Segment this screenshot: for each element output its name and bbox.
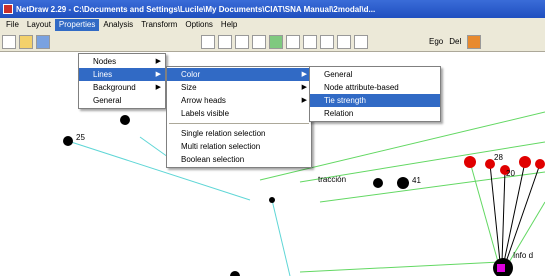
menu-item-tie-strength[interactable]: Tie strength [310,94,440,107]
submenu-arrow-icon: ▶ [155,84,161,91]
menu-item-label: Color [181,70,201,79]
node[interactable] [497,264,505,272]
edge [469,161,499,263]
properties-menu: Nodes ▶ Lines ▶ Background ▶ General [78,53,166,109]
menu-options[interactable]: Options [181,19,217,31]
mc-tool-icon[interactable] [354,34,368,49]
del-button[interactable]: Del [449,37,461,46]
toolbar: Ego Del [0,32,545,52]
menu-item-arrow-heads[interactable]: Arrow heads ▶ [167,94,311,107]
menu-item-relation[interactable]: Relation [310,107,440,120]
menu-item-nodes[interactable]: Nodes ▶ [79,55,165,68]
title-bar: NetDraw 2.29 - C:\Documents and Settings… [0,0,545,18]
node-label-20: 20 [506,169,515,178]
submenu-arrow-icon: ▶ [155,71,161,78]
menu-item-general[interactable]: General [79,94,165,107]
menu-item-label: Node attribute-based [324,83,399,92]
menu-item-general-color[interactable]: General [310,68,440,81]
shape-tool-icon[interactable] [286,34,300,49]
new-file-icon[interactable] [2,34,16,49]
submenu-arrow-icon: ▶ [301,97,307,104]
menu-item-background[interactable]: Background ▶ [79,81,165,94]
menu-item-boolean-selection[interactable]: Boolean selection [167,153,311,166]
menu-item-color[interactable]: Color ▶ [167,68,311,81]
menu-item-label: Single relation selection [181,129,266,138]
open-folder-icon[interactable] [19,34,33,49]
menu-item-label: General [324,70,353,79]
size-tool-icon[interactable] [337,34,351,49]
edge [299,261,501,273]
node[interactable] [519,156,531,168]
menu-item-single-relation-selection[interactable]: Single relation selection [167,127,311,140]
menu-item-label: Multi relation selection [181,142,261,151]
node-label-traccion: tracción [318,175,346,184]
edge [271,199,291,276]
menu-item-label: Boolean selection [181,155,245,164]
node-label-28: 28 [494,153,503,162]
menu-item-label: General [93,96,122,105]
submenu-arrow-icon: ▶ [301,84,307,91]
menu-file[interactable]: File [2,19,23,31]
menu-item-labels-visible[interactable]: Labels visible [167,107,311,120]
menu-help[interactable]: Help [217,19,241,31]
node-label-25: 25 [76,133,85,142]
menu-item-label: Background [93,83,136,92]
menu-item-label: Nodes [93,57,117,66]
submenu-arrow-icon: ▶ [301,71,307,78]
node[interactable] [373,178,383,188]
node[interactable] [120,115,130,125]
lines-submenu: Color ▶ Size ▶ Arrow heads ▶ Labels visi… [166,66,312,168]
edge [505,163,541,263]
menu-item-label: Relation [324,109,354,118]
node[interactable] [63,136,73,146]
menu-item-multi-relation-selection[interactable]: Multi relation selection [167,140,311,153]
menu-item-label: Size [181,83,197,92]
menu-item-lines[interactable]: Lines ▶ [79,68,165,81]
layout-tool-icon[interactable] [201,34,215,49]
line-tool-icon[interactable] [252,34,266,49]
ego-button[interactable]: Ego [429,37,443,46]
menu-transform[interactable]: Transform [137,19,181,31]
submenu-arrow-icon: ▶ [155,58,161,65]
node[interactable] [230,271,240,276]
menu-item-label: Tie strength [324,96,366,105]
color-tool-icon[interactable] [269,34,283,49]
chart-tool-icon[interactable] [467,34,482,49]
node-label-info: Info d [513,251,533,260]
menu-layout[interactable]: Layout [23,19,55,31]
color-submenu: General Node attribute-based Tie strengt… [309,66,441,122]
node[interactable] [464,156,476,168]
node[interactable] [535,159,545,169]
menu-separator [169,123,309,124]
window-title: NetDraw 2.29 - C:\Documents and Settings… [16,4,376,14]
node-label-41: 41 [412,176,421,185]
node-tool-icon[interactable] [235,34,249,49]
menu-bar: File Layout Properties Analysis Transfor… [0,18,545,32]
edge [501,169,506,263]
label-tool-icon[interactable] [320,34,334,49]
menu-properties[interactable]: Properties [54,19,100,31]
menu-item-node-attribute-based[interactable]: Node attribute-based [310,81,440,94]
menu-item-size[interactable]: Size ▶ [167,81,311,94]
netdraw-app-icon [3,4,13,14]
node[interactable] [269,197,275,203]
zoom-tool-icon[interactable] [218,34,232,49]
filter-tool-icon[interactable] [303,34,317,49]
menu-item-label: Arrow heads [181,96,226,105]
node[interactable] [397,177,409,189]
menu-item-label: Labels visible [181,109,230,118]
save-icon[interactable] [36,34,50,49]
menu-item-label: Lines [93,70,113,79]
menu-analysis[interactable]: Analysis [99,19,137,31]
